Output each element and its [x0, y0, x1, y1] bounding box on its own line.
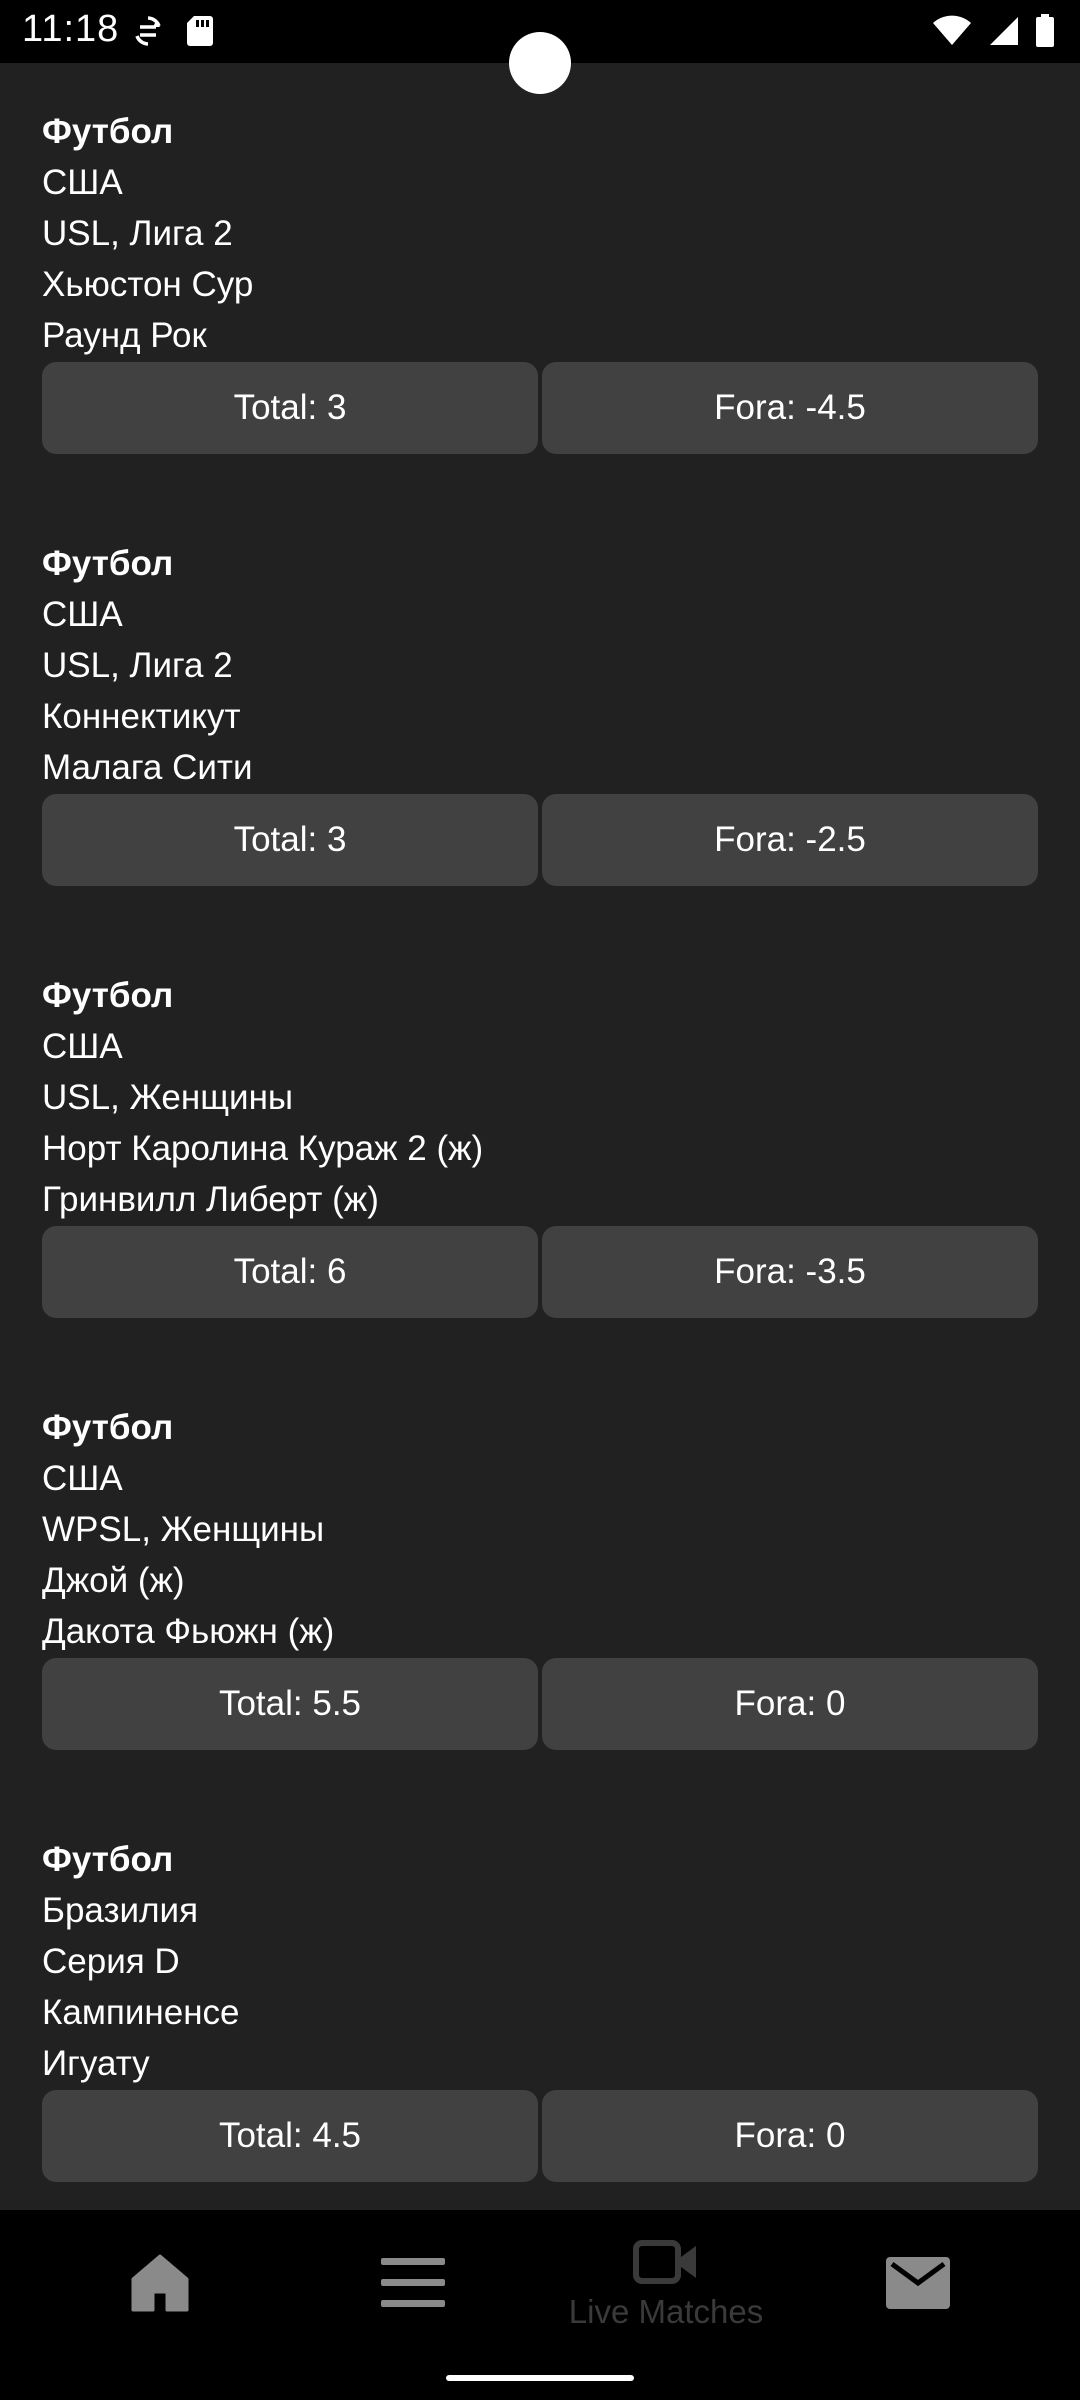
match-country: США	[42, 595, 123, 634]
total-button[interactable]: Total: 3	[42, 362, 538, 454]
total-button[interactable]: Total: 3	[42, 794, 538, 886]
nav-home[interactable]	[34, 2210, 286, 2360]
status-right-icons	[932, 14, 1056, 53]
bet-row: Total: 5.5 Fora: 0	[42, 1658, 1038, 1750]
match-team-home: Норт Каролина Кураж 2 (ж)	[42, 1129, 484, 1168]
fora-button[interactable]: Fora: -4.5	[542, 362, 1038, 454]
sync-icon	[132, 14, 164, 53]
fora-button[interactable]: Fora: -2.5	[542, 794, 1038, 886]
match-card: Футбол Бразилия Серия D Кампиненсе Игуат…	[42, 1834, 1038, 2182]
match-sport: Футбол	[42, 112, 174, 151]
fora-button[interactable]: Fora: 0	[542, 1658, 1038, 1750]
match-team-away: Малага Сити	[42, 748, 253, 787]
match-league: USL, Лига 2	[42, 646, 233, 685]
fora-button[interactable]: Fora: -3.5	[542, 1226, 1038, 1318]
total-button[interactable]: Total: 4.5	[42, 2090, 538, 2182]
match-league: USL, Женщины	[42, 1078, 294, 1117]
match-card: Футбол США USL, Лига 2 Хьюстон Сур Раунд…	[42, 106, 1038, 454]
match-team-away: Раунд Рок	[42, 316, 207, 355]
mail-icon	[886, 2256, 950, 2314]
match-team-away: Гринвилл Либерт (ж)	[42, 1180, 379, 1219]
wifi-icon	[932, 15, 972, 52]
status-left-icons	[132, 14, 214, 53]
bottom-nav: Live Matches	[0, 2210, 1080, 2400]
battery-icon	[1034, 14, 1056, 53]
fora-button[interactable]: Fora: 0	[542, 2090, 1038, 2182]
nav-messages[interactable]	[792, 2210, 1044, 2360]
match-team-home: Джой (ж)	[42, 1561, 185, 1600]
sd-card-icon	[186, 14, 214, 53]
menu-icon	[381, 2256, 445, 2315]
status-time: 11:18	[22, 8, 120, 50]
matches-list[interactable]: Футбол США USL, Лига 2 Хьюстон Сур Раунд…	[0, 63, 1080, 2210]
match-league: USL, Лига 2	[42, 214, 233, 253]
total-button[interactable]: Total: 6	[42, 1226, 538, 1318]
bet-row: Total: 3 Fora: -2.5	[42, 794, 1038, 886]
nav-menu[interactable]	[287, 2210, 539, 2360]
match-league: WPSL, Женщины	[42, 1510, 325, 1549]
signal-icon	[986, 15, 1020, 52]
match-league: Серия D	[42, 1942, 180, 1981]
match-country: США	[42, 163, 123, 202]
match-card: Футбол США USL, Лига 2 Коннектикут Малаг…	[42, 538, 1038, 886]
match-sport: Футбол	[42, 1408, 174, 1447]
match-team-away: Игуату	[42, 2044, 150, 2083]
bet-row: Total: 4.5 Fora: 0	[42, 2090, 1038, 2182]
match-sport: Футбол	[42, 976, 174, 1015]
match-country: США	[42, 1027, 123, 1066]
nav-live-matches[interactable]: Live Matches	[540, 2210, 792, 2360]
match-team-home: Коннектикут	[42, 697, 241, 736]
total-button[interactable]: Total: 5.5	[42, 1658, 538, 1750]
home-icon	[129, 2252, 191, 2319]
bet-row: Total: 6 Fora: -3.5	[42, 1226, 1038, 1318]
match-team-home: Кампиненсе	[42, 1993, 240, 2032]
match-team-home: Хьюстон Сур	[42, 265, 254, 304]
match-team-away: Дакота Фьюжн (ж)	[42, 1612, 335, 1651]
bet-row: Total: 3 Fora: -4.5	[42, 362, 1038, 454]
match-card: Футбол США USL, Женщины Норт Каролина Ку…	[42, 970, 1038, 1318]
match-country: США	[42, 1459, 123, 1498]
match-country: Бразилия	[42, 1891, 199, 1930]
match-sport: Футбол	[42, 1840, 174, 1879]
gesture-bar[interactable]	[446, 2375, 634, 2381]
match-card: Футбол США WPSL, Женщины Джой (ж) Дакота…	[42, 1402, 1038, 1750]
nav-label: Live Matches	[568, 2292, 764, 2330]
match-sport: Футбол	[42, 544, 174, 583]
video-camera-icon	[633, 2239, 699, 2289]
